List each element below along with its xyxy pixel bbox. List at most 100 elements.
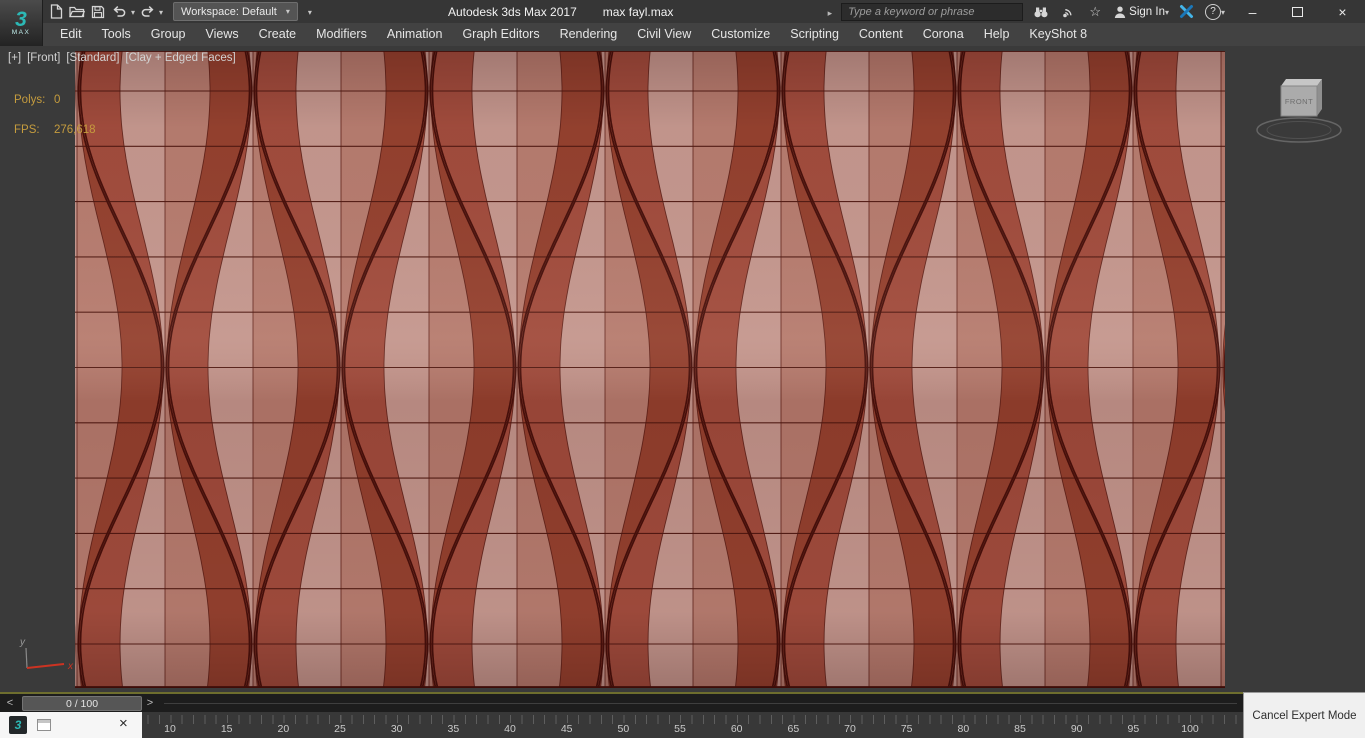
frame-number: 75	[897, 723, 916, 735]
app-logo-sub: MAX	[11, 29, 31, 36]
menu-item[interactable]: Views	[195, 23, 248, 46]
viewcube[interactable]: FRONT	[1249, 72, 1349, 150]
app-title-text: Autodesk 3ds Max 2017	[448, 4, 577, 19]
user-icon	[1114, 6, 1126, 18]
frame-number: 55	[671, 723, 689, 735]
frame-number: 85	[1011, 723, 1029, 735]
undo-icon	[113, 6, 125, 17]
titlebar: 3 MAX Workspace: Default	[0, 0, 1365, 46]
help-caret-icon	[1221, 6, 1225, 18]
y-axis-label: y	[19, 637, 26, 648]
viewcube-top-face[interactable]	[1281, 79, 1322, 86]
search-button[interactable]	[1032, 2, 1050, 22]
new-scene-button[interactable]	[47, 2, 65, 22]
frame-number: 30	[387, 723, 406, 735]
document-title-text: max fayl.max	[602, 4, 674, 19]
favorites-star-icon[interactable]	[1086, 2, 1104, 22]
open-file-button[interactable]	[68, 2, 86, 22]
time-slider-handle[interactable]: 0 / 100	[22, 696, 142, 711]
undo-dropdown-caret[interactable]	[131, 6, 135, 18]
frame-number: 35	[444, 723, 463, 735]
binoculars-icon	[1034, 7, 1048, 18]
communication-center-icon	[1062, 8, 1072, 17]
frame-number: 45	[557, 723, 576, 735]
search-input[interactable]	[841, 2, 1024, 21]
axis-gizmo: y x	[19, 637, 74, 672]
frame-number: 60	[727, 723, 746, 735]
track-bar[interactable]: 0510152025303540455055606570758085909510…	[0, 712, 1243, 738]
menu-item[interactable]: Modifiers	[306, 23, 377, 46]
max-mini-logo-icon[interactable]: 3	[9, 716, 27, 734]
infocenter-collapse-icon[interactable]	[828, 3, 833, 21]
communication-center-button[interactable]	[1059, 2, 1077, 22]
menu-item[interactable]: Scripting	[780, 23, 849, 46]
maximize-button[interactable]	[1275, 0, 1320, 23]
minimize-button[interactable]: –	[1230, 0, 1275, 23]
a360-x-icon	[1180, 5, 1194, 18]
sign-in-label: Sign In	[1129, 5, 1165, 18]
x-axis-label: x	[67, 661, 74, 672]
x-axis-line	[26, 663, 65, 669]
toolbar-overflow-button[interactable]	[301, 2, 319, 22]
viewport-label-segment[interactable]: [Front]	[27, 52, 60, 64]
menu-item[interactable]: Create	[249, 23, 307, 46]
menu-item[interactable]: Content	[849, 23, 913, 46]
menu-item[interactable]: Rendering	[550, 23, 628, 46]
cancel-expert-mode-button[interactable]: Cancel Expert Mode	[1243, 692, 1365, 738]
viewport-statistics: Polys: 0 FPS: 276,618	[14, 94, 96, 154]
frame-number: 90	[1067, 723, 1086, 735]
menu-item[interactable]: Group	[141, 23, 196, 46]
fps-label: FPS:	[14, 124, 40, 136]
window-frame-icon[interactable]	[37, 719, 51, 731]
workspace-label: Workspace: Default	[181, 5, 277, 18]
menu-item[interactable]: Civil View	[627, 23, 701, 46]
viewcube-front-label: FRONT	[1285, 97, 1313, 106]
time-slider-row: < 0 / 100 >	[0, 692, 1243, 712]
menu-item[interactable]: Corona	[913, 23, 974, 46]
overflow-caret-icon	[308, 6, 312, 18]
new-file-icon	[50, 4, 62, 19]
menubar: Edit Tools Group Views Create Modifiers Animat…	[0, 23, 1365, 46]
frame-number: 65	[784, 723, 803, 735]
menu-item[interactable]: Customize	[701, 23, 780, 46]
save-file-button[interactable]	[89, 2, 107, 22]
viewport-label-segment[interactable]: [+]	[8, 52, 21, 64]
menu-item[interactable]: Animation	[377, 23, 453, 46]
window-title: Autodesk 3ds Max 2017 max fayl.max	[448, 0, 673, 23]
mini-close-icon[interactable]: ×	[119, 714, 128, 734]
menu-item[interactable]: Graph Editors	[452, 23, 549, 46]
a360-button[interactable]	[1178, 2, 1196, 22]
workspace-caret-icon	[286, 6, 290, 17]
redo-dropdown-caret[interactable]	[159, 6, 163, 18]
next-frame-button[interactable]: >	[142, 695, 158, 710]
3dsmax-window: 3 MAX Workspace: Default	[0, 0, 1365, 738]
maximize-icon	[1292, 6, 1303, 17]
sign-in-caret-icon	[1165, 6, 1169, 18]
app-button-3dsmax[interactable]: 3 MAX	[0, 0, 43, 46]
bottom-mini-toolbar: 3 ×	[0, 712, 142, 738]
viewport-label-segment[interactable]: [Clay + Edged Faces]	[125, 52, 235, 64]
menu-item[interactable]: Edit	[50, 23, 92, 46]
time-slider-track[interactable]	[164, 703, 1237, 704]
workspace-selector[interactable]: Workspace: Default	[173, 2, 298, 21]
frame-number: 95	[1124, 723, 1143, 735]
app-logo-numeral: 3	[15, 8, 27, 31]
viewport-label-segment[interactable]: [Standard]	[66, 52, 119, 64]
infocenter: Sign In ?	[828, 0, 1225, 23]
menu-item[interactable]: KeyShot 8	[1019, 23, 1097, 46]
polys-label: Polys:	[14, 94, 46, 106]
menu-item[interactable]: Tools	[92, 23, 141, 46]
previous-frame-button[interactable]: <	[2, 695, 18, 710]
menu-item[interactable]: Help	[974, 23, 1020, 46]
frame-number: 40	[501, 723, 519, 735]
front-viewport[interactable]: [+] [Front] [Standard] [Clay + Edged Faces]…	[0, 46, 1365, 692]
help-button[interactable]: ?	[1204, 2, 1225, 22]
wave-panel-model[interactable]	[0, 46, 1365, 692]
frame-number: 50	[614, 723, 633, 735]
frame-number: 100	[1178, 723, 1202, 735]
undo-button[interactable]	[110, 2, 128, 22]
close-button[interactable]: ×	[1320, 0, 1365, 23]
sign-in-button[interactable]: Sign In	[1113, 2, 1169, 22]
frame-number: 10	[161, 723, 179, 735]
redo-button[interactable]	[138, 2, 156, 22]
